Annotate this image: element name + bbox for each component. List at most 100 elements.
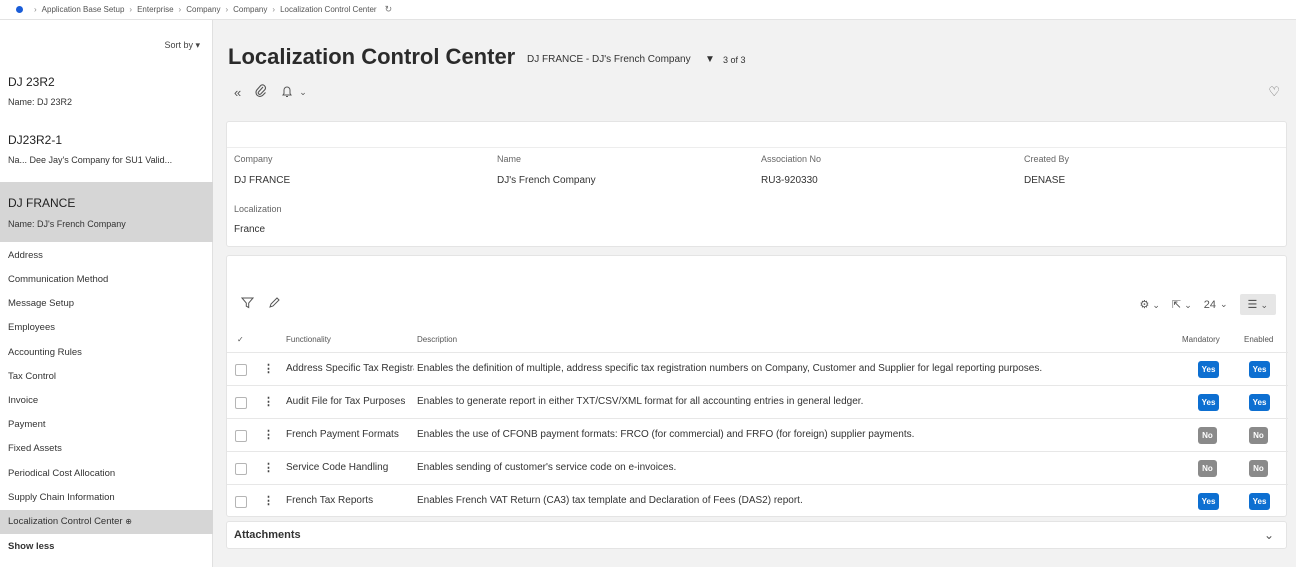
- row-checkbox[interactable]: [235, 463, 247, 475]
- table-row[interactable]: ⋮ French Tax Reports Enables French VAT …: [227, 484, 1288, 517]
- caret-down-icon: ▾: [195, 40, 200, 50]
- bell-icon[interactable]: [281, 85, 293, 101]
- row-actions-kebab-icon[interactable]: ⋮: [263, 362, 274, 375]
- functionality-cell: French Tax Reports: [286, 495, 374, 506]
- table-row[interactable]: ⋮ Service Code Handling Enables sending …: [227, 451, 1288, 484]
- column-header-enabled[interactable]: Enabled: [1244, 335, 1273, 344]
- chevron-right-icon: ›: [272, 5, 276, 14]
- sidebar-item-message-setup[interactable]: Message Setup: [0, 292, 213, 316]
- sidebar-item-address[interactable]: Address: [0, 244, 213, 268]
- sidebar-item-supply-chain-information[interactable]: Supply Chain Information: [0, 486, 213, 510]
- refresh-icon[interactable]: ↻: [385, 4, 393, 15]
- description-cell: Enables the definition of multiple, addr…: [417, 363, 1043, 374]
- pin-icon[interactable]: ⊕: [125, 517, 132, 526]
- table-row[interactable]: ⋮ Address Specific Tax Registration Enab…: [227, 352, 1288, 385]
- sidebar-item-fixed-assets[interactable]: Fixed Assets: [0, 437, 213, 461]
- sort-by-button[interactable]: Sort by ▾: [164, 40, 200, 51]
- paperclip-icon[interactable]: [255, 84, 267, 101]
- name-label: Name: [497, 154, 522, 164]
- record-name: Name: DJ's French Company: [8, 219, 126, 229]
- sidebar-item-payment[interactable]: Payment: [0, 413, 213, 437]
- enabled-badge: No: [1249, 427, 1268, 444]
- settings-gear-icon[interactable]: ⚙ ⌄: [1139, 298, 1159, 311]
- mandatory-badge: Yes: [1198, 361, 1219, 378]
- row-actions-kebab-icon[interactable]: ⋮: [263, 461, 274, 474]
- row-checkbox[interactable]: [235, 496, 247, 508]
- row-actions-kebab-icon[interactable]: ⋮: [263, 428, 274, 441]
- mandatory-badge: Yes: [1198, 493, 1219, 510]
- chevron-right-icon: ›: [34, 5, 37, 14]
- home-icon[interactable]: [16, 6, 23, 13]
- record-name: Name: DJ 23R2: [8, 97, 73, 107]
- sidebar-item-communication-method[interactable]: Communication Method: [0, 268, 213, 292]
- company-label: Company: [234, 154, 273, 164]
- association-no-label: Association No: [761, 154, 822, 164]
- chevron-down-icon[interactable]: ⌄: [1264, 528, 1274, 542]
- attachments-label: Attachments: [234, 529, 301, 541]
- chevron-down-icon: ⌄: [1219, 299, 1228, 309]
- column-header-description[interactable]: Description: [417, 335, 457, 344]
- caret-down-icon[interactable]: ▼: [705, 54, 715, 65]
- breadcrumb-item[interactable]: Application Base Setup: [42, 5, 125, 14]
- created-by-label: Created By: [1024, 154, 1070, 164]
- enabled-badge: Yes: [1249, 394, 1270, 411]
- record-selector[interactable]: DJ FRANCE - DJ's French Company: [527, 54, 691, 65]
- functionality-cell: Service Code Handling: [286, 462, 389, 473]
- name-value: DJ's French Company: [497, 175, 596, 186]
- record-title: DJ 23R2: [8, 75, 55, 89]
- sidebar-item-accounting-rules[interactable]: Accounting Rules: [0, 341, 213, 365]
- record-name: Na... Dee Jay's Company for SU1 Valid...: [8, 155, 173, 165]
- page-size-select[interactable]: 24 ⌄: [1204, 299, 1228, 311]
- sort-by-label: Sort by: [164, 40, 193, 50]
- breadcrumb-item[interactable]: Company: [233, 5, 267, 14]
- row-actions-kebab-icon[interactable]: ⋮: [263, 395, 274, 408]
- select-all-check-icon[interactable]: ✓: [237, 335, 244, 344]
- sidebar-item-invoice[interactable]: Invoice: [0, 389, 213, 413]
- show-less-link[interactable]: Show less: [0, 535, 213, 559]
- page-title: Localization Control Center: [228, 44, 516, 69]
- functionality-table-card: ⚙ ⌄ ⇱ ⌄ 24 ⌄ ☰ ⌄ ✓ Functionality Descrip…: [226, 255, 1288, 517]
- row-checkbox[interactable]: [235, 397, 247, 409]
- export-icon[interactable]: ⇱ ⌄: [1172, 298, 1192, 311]
- table-row[interactable]: ⋮ French Payment Formats Enables the use…: [227, 418, 1288, 451]
- sidebar-item-localization-control-center[interactable]: Localization Control Center ⊕: [0, 510, 213, 534]
- page-size-value: 24: [1203, 298, 1216, 311]
- record-item[interactable]: DJ23R2-1 Na... Dee Jay's Company for SU1…: [0, 128, 213, 178]
- chevron-right-icon: ›: [178, 5, 182, 14]
- card-header-band: [227, 122, 1286, 148]
- created-by-value: DENASE: [1024, 175, 1066, 186]
- favorite-heart-icon[interactable]: ♡: [1268, 84, 1280, 100]
- table-row[interactable]: ⋮ Audit File for Tax Purposes Enables to…: [227, 385, 1288, 418]
- mandatory-badge: No: [1198, 460, 1217, 477]
- sidebar-item-periodical-cost-allocation[interactable]: Periodical Cost Allocation: [0, 462, 213, 486]
- description-cell: Enables to generate report in either TXT…: [417, 396, 864, 407]
- row-actions-kebab-icon[interactable]: ⋮: [263, 494, 274, 507]
- filter-icon[interactable]: [240, 297, 255, 312]
- chevron-down-icon[interactable]: ⌄: [299, 87, 307, 98]
- enabled-badge: Yes: [1249, 493, 1270, 510]
- breadcrumb-item[interactable]: Enterprise: [137, 5, 173, 14]
- enabled-badge: Yes: [1249, 361, 1270, 378]
- sidebar-item-tax-control[interactable]: Tax Control: [0, 365, 213, 389]
- header-toolbar: « ⌄: [234, 84, 307, 101]
- row-checkbox[interactable]: [235, 364, 247, 376]
- description-cell: Enables the use of CFONB payment formats…: [417, 429, 915, 440]
- edit-pencil-icon[interactable]: [268, 297, 280, 312]
- column-header-functionality[interactable]: Functionality: [286, 335, 331, 344]
- functionality-cell: French Payment Formats: [286, 429, 399, 440]
- collapse-left-icon[interactable]: «: [234, 85, 241, 100]
- column-header-mandatory[interactable]: Mandatory: [1182, 335, 1220, 344]
- record-item-selected[interactable]: DJ FRANCE Name: DJ's French Company: [0, 182, 213, 242]
- sidebar-item-employees[interactable]: Employees: [0, 316, 213, 340]
- record-title: DJ23R2-1: [8, 133, 63, 147]
- chevron-right-icon: ›: [129, 5, 133, 14]
- breadcrumb-item[interactable]: Company: [186, 5, 220, 14]
- record-title: DJ FRANCE: [8, 196, 76, 210]
- row-checkbox[interactable]: [235, 430, 247, 442]
- sidebar: Sort by ▾ DJ 23R2 Name: DJ 23R2 DJ23R2-1…: [0, 20, 213, 567]
- attachments-panel[interactable]: Attachments ⌄: [226, 521, 1287, 549]
- record-item[interactable]: DJ 23R2 Name: DJ 23R2: [0, 70, 213, 120]
- view-mode-button[interactable]: ☰ ⌄: [1239, 294, 1276, 315]
- breadcrumb: › Application Base Setup › Enterprise › …: [0, 0, 1296, 20]
- description-cell: Enables sending of customer's service co…: [417, 462, 677, 473]
